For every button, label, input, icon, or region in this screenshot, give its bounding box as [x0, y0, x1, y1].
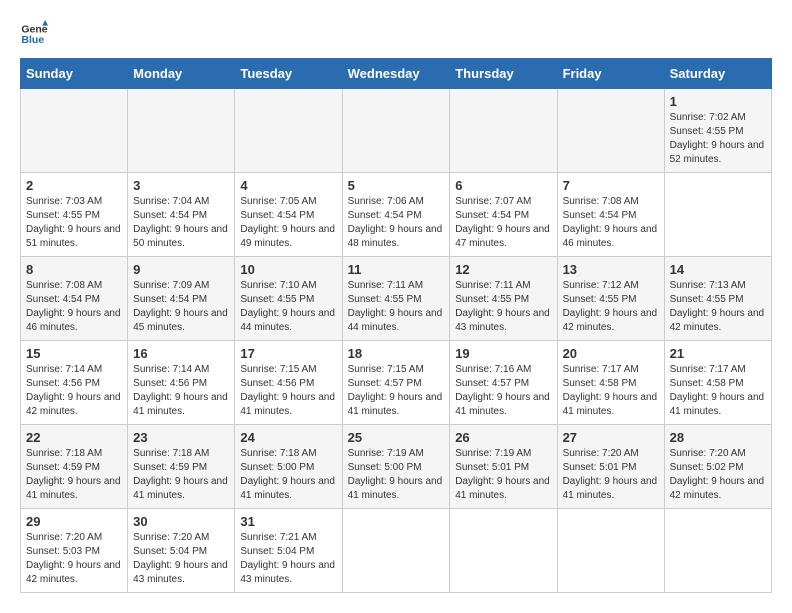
- empty-cell: [235, 89, 342, 173]
- day-cell-27: 27Sunrise: 7:20 AMSunset: 5:01 PMDayligh…: [557, 425, 664, 509]
- week-row-4: 15Sunrise: 7:14 AMSunset: 4:56 PMDayligh…: [21, 341, 772, 425]
- day-cell-8: 8Sunrise: 7:08 AMSunset: 4:54 PMDaylight…: [21, 257, 128, 341]
- day-cell-24: 24Sunrise: 7:18 AMSunset: 5:00 PMDayligh…: [235, 425, 342, 509]
- calendar-table: SundayMondayTuesdayWednesdayThursdayFrid…: [20, 58, 772, 593]
- day-cell-5: 5Sunrise: 7:06 AMSunset: 4:54 PMDaylight…: [342, 173, 450, 257]
- empty-cell: [450, 89, 557, 173]
- day-cell-16: 16Sunrise: 7:14 AMSunset: 4:56 PMDayligh…: [128, 341, 235, 425]
- empty-cell: [342, 509, 450, 593]
- day-cell-18: 18Sunrise: 7:15 AMSunset: 4:57 PMDayligh…: [342, 341, 450, 425]
- empty-cell: [342, 89, 450, 173]
- col-header-saturday: Saturday: [664, 59, 771, 89]
- day-cell-6: 6Sunrise: 7:07 AMSunset: 4:54 PMDaylight…: [450, 173, 557, 257]
- logo: General Blue: [20, 20, 52, 48]
- day-cell-1: 1Sunrise: 7:02 AMSunset: 4:55 PMDaylight…: [664, 89, 771, 173]
- day-cell-23: 23Sunrise: 7:18 AMSunset: 4:59 PMDayligh…: [128, 425, 235, 509]
- col-header-monday: Monday: [128, 59, 235, 89]
- week-row-6: 29Sunrise: 7:20 AMSunset: 5:03 PMDayligh…: [21, 509, 772, 593]
- day-cell-2: 2Sunrise: 7:03 AMSunset: 4:55 PMDaylight…: [21, 173, 128, 257]
- day-cell-7: 7Sunrise: 7:08 AMSunset: 4:54 PMDaylight…: [557, 173, 664, 257]
- day-cell-12: 12Sunrise: 7:11 AMSunset: 4:55 PMDayligh…: [450, 257, 557, 341]
- col-header-thursday: Thursday: [450, 59, 557, 89]
- empty-cell: [450, 509, 557, 593]
- day-cell-21: 21Sunrise: 7:17 AMSunset: 4:58 PMDayligh…: [664, 341, 771, 425]
- week-row-1: 1Sunrise: 7:02 AMSunset: 4:55 PMDaylight…: [21, 89, 772, 173]
- week-row-5: 22Sunrise: 7:18 AMSunset: 4:59 PMDayligh…: [21, 425, 772, 509]
- day-cell-9: 9Sunrise: 7:09 AMSunset: 4:54 PMDaylight…: [128, 257, 235, 341]
- empty-cell: [664, 509, 771, 593]
- day-cell-26: 26Sunrise: 7:19 AMSunset: 5:01 PMDayligh…: [450, 425, 557, 509]
- week-row-3: 8Sunrise: 7:08 AMSunset: 4:54 PMDaylight…: [21, 257, 772, 341]
- col-header-tuesday: Tuesday: [235, 59, 342, 89]
- empty-cell: [557, 89, 664, 173]
- day-cell-25: 25Sunrise: 7:19 AMSunset: 5:00 PMDayligh…: [342, 425, 450, 509]
- day-cell-4: 4Sunrise: 7:05 AMSunset: 4:54 PMDaylight…: [235, 173, 342, 257]
- svg-text:Blue: Blue: [21, 34, 44, 46]
- day-cell-14: 14Sunrise: 7:13 AMSunset: 4:55 PMDayligh…: [664, 257, 771, 341]
- col-header-sunday: Sunday: [21, 59, 128, 89]
- day-cell-13: 13Sunrise: 7:12 AMSunset: 4:55 PMDayligh…: [557, 257, 664, 341]
- week-row-2: 2Sunrise: 7:03 AMSunset: 4:55 PMDaylight…: [21, 173, 772, 257]
- day-cell-20: 20Sunrise: 7:17 AMSunset: 4:58 PMDayligh…: [557, 341, 664, 425]
- day-cell-17: 17Sunrise: 7:15 AMSunset: 4:56 PMDayligh…: [235, 341, 342, 425]
- day-cell-28: 28Sunrise: 7:20 AMSunset: 5:02 PMDayligh…: [664, 425, 771, 509]
- day-cell-22: 22Sunrise: 7:18 AMSunset: 4:59 PMDayligh…: [21, 425, 128, 509]
- day-cell-19: 19Sunrise: 7:16 AMSunset: 4:57 PMDayligh…: [450, 341, 557, 425]
- header-row: SundayMondayTuesdayWednesdayThursdayFrid…: [21, 59, 772, 89]
- day-cell-10: 10Sunrise: 7:10 AMSunset: 4:55 PMDayligh…: [235, 257, 342, 341]
- empty-cell: [21, 89, 128, 173]
- empty-cell: [557, 509, 664, 593]
- day-cell-31: 31Sunrise: 7:21 AMSunset: 5:04 PMDayligh…: [235, 509, 342, 593]
- day-cell-3: 3Sunrise: 7:04 AMSunset: 4:54 PMDaylight…: [128, 173, 235, 257]
- day-cell-15: 15Sunrise: 7:14 AMSunset: 4:56 PMDayligh…: [21, 341, 128, 425]
- empty-cell: [664, 173, 771, 257]
- header: General Blue: [20, 20, 772, 48]
- logo-icon: General Blue: [20, 20, 48, 48]
- day-cell-11: 11Sunrise: 7:11 AMSunset: 4:55 PMDayligh…: [342, 257, 450, 341]
- empty-cell: [128, 89, 235, 173]
- day-cell-29: 29Sunrise: 7:20 AMSunset: 5:03 PMDayligh…: [21, 509, 128, 593]
- col-header-wednesday: Wednesday: [342, 59, 450, 89]
- col-header-friday: Friday: [557, 59, 664, 89]
- day-cell-30: 30Sunrise: 7:20 AMSunset: 5:04 PMDayligh…: [128, 509, 235, 593]
